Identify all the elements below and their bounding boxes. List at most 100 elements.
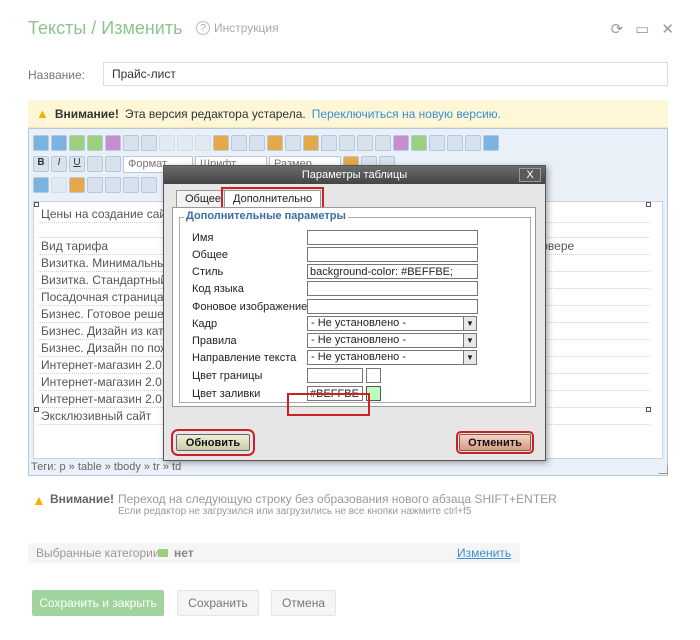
- print-icon[interactable]: [483, 135, 499, 151]
- table-props-icon[interactable]: [321, 135, 337, 151]
- note-text: Переход на следующую строку без образова…: [118, 492, 557, 506]
- table-properties-dialog: Параметры таблицы X Общее Дополнительно …: [163, 165, 546, 461]
- merge-cells-icon[interactable]: [339, 135, 355, 151]
- text-dir-select-value: - Не установлено -: [311, 351, 406, 363]
- cut-format-icon[interactable]: [123, 135, 139, 151]
- lang-field-label: Код языка: [192, 283, 244, 295]
- categories-label: Выбранные категории:: [36, 546, 163, 560]
- categories-row: Выбранные категории:: [28, 543, 520, 563]
- chevron-down-icon: ▼: [463, 334, 476, 347]
- outdent-icon[interactable]: [69, 135, 85, 151]
- section-legend: Дополнительные параметры: [184, 210, 348, 222]
- spellcheck-icon[interactable]: [105, 135, 121, 151]
- border-color-picker[interactable]: [366, 368, 381, 383]
- rules-select[interactable]: - Не установлено - ▼: [307, 333, 477, 348]
- frame-select[interactable]: - Не установлено - ▼: [307, 316, 477, 331]
- window-controls: ⟳ ▭ ✕: [611, 20, 674, 38]
- eraser-icon[interactable]: [105, 156, 121, 172]
- tab-advanced[interactable]: Дополнительно: [220, 187, 325, 210]
- copy-icon[interactable]: [123, 177, 139, 193]
- media-icon[interactable]: [411, 135, 427, 151]
- underline-icon[interactable]: U: [69, 156, 85, 172]
- general-field-label: Общее: [192, 249, 229, 261]
- scissors-icon[interactable]: [87, 177, 103, 193]
- tab-panel: Дополнительные параметры Имя Общее Стиль…: [172, 207, 536, 407]
- fill-color-highlight: [287, 393, 370, 416]
- link-icon[interactable]: [141, 135, 157, 151]
- dialog-cancel-button[interactable]: Отменить: [456, 431, 534, 454]
- name-input[interactable]: [103, 62, 668, 86]
- resize-handle[interactable]: [646, 407, 651, 412]
- frame-field-label: Кадр: [192, 318, 218, 330]
- attention-note: ▲ Внимание! Переход на следующую строку …: [32, 492, 557, 517]
- strikethrough-icon[interactable]: [87, 156, 103, 172]
- image-icon[interactable]: [393, 135, 409, 151]
- maximize-icon[interactable]: ▭: [635, 20, 649, 38]
- help-label: Инструкция: [214, 21, 279, 35]
- split-cells-icon[interactable]: [357, 135, 373, 151]
- change-categories-link[interactable]: Изменить: [457, 546, 511, 560]
- border-color-input[interactable]: [307, 368, 363, 383]
- template-icon[interactable]: [231, 135, 247, 151]
- paint-format-icon[interactable]: [69, 177, 85, 193]
- table-col-icon[interactable]: [285, 135, 301, 151]
- insert-row-icon[interactable]: [303, 135, 319, 151]
- resize-handle[interactable]: [34, 407, 39, 412]
- edit-icon[interactable]: [213, 135, 229, 151]
- replace-icon[interactable]: [447, 135, 463, 151]
- text-dir-select[interactable]: - Не установлено - ▼: [307, 350, 477, 365]
- style-field-label: Стиль: [192, 266, 224, 278]
- close-icon[interactable]: ✕: [661, 20, 674, 38]
- bg-image-field-label: Фоновое изображение: [192, 301, 308, 313]
- numbered-list-icon[interactable]: [51, 135, 67, 151]
- advanced-params-group: Дополнительные параметры Имя Общее Стиль…: [179, 210, 531, 403]
- html-icon[interactable]: [195, 135, 211, 151]
- bold-icon[interactable]: B: [33, 156, 49, 172]
- table-row-icon[interactable]: [267, 135, 283, 151]
- warning-icon: ▲: [36, 106, 49, 121]
- resize-handle[interactable]: [646, 202, 651, 207]
- warning-text: Эта версия редактора устарела.: [124, 106, 306, 121]
- save-button[interactable]: Сохранить: [177, 590, 259, 616]
- warning-bold: Внимание!: [54, 106, 119, 121]
- anchor-icon[interactable]: [177, 135, 193, 151]
- help-link[interactable]: ? Инструкция: [196, 21, 279, 35]
- bg-image-field-input[interactable]: [307, 299, 478, 314]
- cancel-button[interactable]: Отмена: [271, 590, 336, 616]
- warning-icon: ▲: [32, 492, 46, 508]
- preview-icon[interactable]: [465, 135, 481, 151]
- chevron-down-icon: ▼: [463, 351, 476, 364]
- indent-icon[interactable]: [87, 135, 103, 151]
- switch-editor-link[interactable]: Переключиться на новую версию.: [312, 107, 501, 121]
- undo-icon[interactable]: [33, 177, 49, 193]
- delete-row-icon[interactable]: [375, 135, 391, 151]
- rules-field-label: Правила: [192, 335, 237, 347]
- hr-icon[interactable]: [105, 177, 121, 193]
- update-button[interactable]: Обновить: [171, 429, 255, 456]
- note-subtext: Если редактор не загрузился или загрузил…: [118, 506, 472, 517]
- text-dir-field-label: Направление текста: [192, 352, 297, 364]
- categories-value: нет: [158, 546, 194, 560]
- lang-field-input[interactable]: [307, 281, 478, 296]
- bullet-list-icon[interactable]: [33, 135, 49, 151]
- page-title: Тексты / Изменить: [28, 18, 183, 38]
- find-icon[interactable]: [429, 135, 445, 151]
- general-field-input[interactable]: [307, 247, 478, 262]
- editor-resize-grip[interactable]: [659, 465, 668, 474]
- unlink-icon[interactable]: [159, 135, 175, 151]
- layer-icon[interactable]: [249, 135, 265, 151]
- italic-icon[interactable]: I: [51, 156, 67, 172]
- refresh-icon[interactable]: ⟳: [611, 20, 624, 38]
- tab-general[interactable]: Общее: [176, 190, 231, 207]
- style-field-input[interactable]: [307, 264, 478, 279]
- resize-handle[interactable]: [34, 202, 39, 207]
- name-field-label: Имя: [192, 232, 214, 244]
- redo-icon[interactable]: [51, 177, 67, 193]
- save-and-close-button[interactable]: Сохранить и закрыть: [32, 590, 164, 616]
- dialog-close-button[interactable]: X: [519, 168, 541, 182]
- name-label: Название:: [28, 68, 85, 82]
- rules-select-value: - Не установлено -: [311, 334, 406, 346]
- name-field-input[interactable]: [307, 230, 478, 245]
- folder-icon: [158, 549, 168, 557]
- paste-icon[interactable]: [141, 177, 157, 193]
